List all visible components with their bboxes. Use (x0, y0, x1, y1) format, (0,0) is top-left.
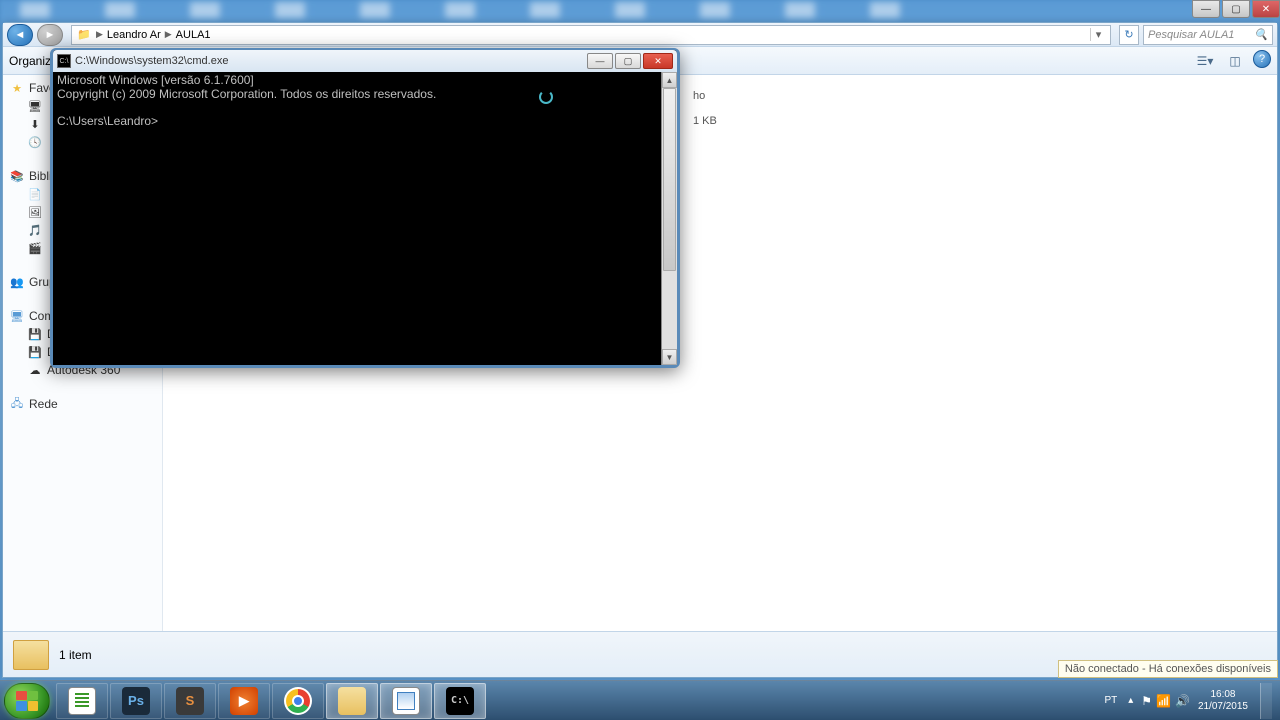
disk-icon: 💾 (27, 345, 43, 359)
address-dropdown-icon[interactable]: ▾ (1090, 28, 1106, 41)
preview-pane-button[interactable]: ◫ (1223, 50, 1247, 72)
action-center-icon[interactable]: ⚑ (1141, 694, 1152, 708)
network-icon: 🖧 (9, 397, 25, 411)
cmd-maximize-button[interactable]: ▢ (615, 53, 641, 69)
search-placeholder: Pesquisar AULA1 (1148, 29, 1234, 41)
breadcrumb-part1[interactable]: Leandro Ar (107, 29, 161, 41)
address-bar[interactable]: 📁 ▶ Leandro Ar ▶ AULA1 ▾ (71, 25, 1111, 45)
breadcrumb-separator: ▶ (96, 29, 103, 40)
refresh-button[interactable]: ↻ (1119, 25, 1139, 45)
search-icon: 🔍 (1254, 28, 1268, 41)
clock-time: 16:08 (1198, 689, 1248, 701)
help-button[interactable]: ? (1253, 50, 1271, 68)
language-indicator[interactable]: PT (1101, 693, 1120, 708)
cmd-app-icon: C:\ (57, 54, 71, 68)
cmd-output[interactable]: Microsoft Windows [versão 6.1.7600] Copy… (53, 72, 661, 365)
download-icon: ⬇ (27, 117, 43, 131)
taskbar-app-cmd[interactable]: C:\ (434, 683, 486, 719)
explorer-icon (338, 687, 366, 715)
taskbar: Ps S ▶ C:\ PT ▴ ⚑ 📶 🔊 16:08 21/07/2015 (0, 680, 1280, 720)
library-icon: 📚 (9, 169, 25, 183)
breadcrumb-part2[interactable]: AULA1 (176, 29, 211, 41)
scroll-down-button[interactable]: ▼ (662, 349, 677, 365)
chrome-icon (284, 687, 312, 715)
document-icon: 📄 (27, 187, 43, 201)
taskbar-app-window[interactable] (380, 683, 432, 719)
search-input[interactable]: Pesquisar AULA1 🔍 (1143, 25, 1273, 45)
cmd-title: C:\Windows\system32\cmd.exe (75, 55, 583, 67)
scroll-up-button[interactable]: ▲ (662, 72, 677, 88)
sidebar-network[interactable]: 🖧Rede (3, 395, 162, 413)
clock[interactable]: 16:08 21/07/2015 (1198, 689, 1248, 713)
music-icon: 🎵 (27, 223, 43, 237)
start-button[interactable] (4, 683, 50, 719)
windows-logo-icon (16, 691, 38, 711)
cmd-minimize-button[interactable]: — (587, 53, 613, 69)
photoshop-icon: Ps (122, 687, 150, 715)
folder-icon: 📁 (76, 28, 92, 42)
view-options-button[interactable]: ☰▾ (1193, 50, 1217, 72)
clock-date: 21/07/2015 (1198, 701, 1248, 713)
explorer-address-row: ◄ ► 📁 ▶ Leandro Ar ▶ AULA1 ▾ ↻ Pesquisar… (3, 23, 1277, 47)
disk-icon: 💾 (27, 327, 43, 341)
outer-close-button[interactable]: ✕ (1252, 0, 1280, 18)
cmd-window: C:\ C:\Windows\system32\cmd.exe — ▢ ✕ Mi… (50, 48, 680, 368)
cmd-scrollbar[interactable]: ▲ ▼ (661, 72, 677, 365)
cmd-body[interactable]: Microsoft Windows [versão 6.1.7600] Copy… (53, 72, 677, 365)
status-item-count: 1 item (59, 648, 92, 662)
network-status-tooltip: Não conectado - Há conexões disponíveis (1058, 660, 1278, 678)
group-icon: 👥 (9, 275, 25, 289)
taskbar-app-mediaplayer[interactable]: ▶ (218, 683, 270, 719)
notepadpp-icon (68, 687, 96, 715)
video-icon: 🎬 (27, 241, 43, 255)
cmd-titlebar[interactable]: C:\ C:\Windows\system32\cmd.exe — ▢ ✕ (53, 50, 677, 72)
taskbar-app-notepadpp[interactable] (56, 683, 108, 719)
sublime-icon: S (176, 687, 204, 715)
desktop-icon: 🖥 (27, 99, 43, 113)
nav-forward-button[interactable]: ► (37, 24, 63, 46)
window-icon (392, 687, 420, 715)
nav-back-button[interactable]: ◄ (7, 24, 33, 46)
taskbar-app-chrome[interactable] (272, 683, 324, 719)
outer-window-controls: — ▢ ✕ (1190, 0, 1280, 18)
volume-icon[interactable]: 🔊 (1175, 694, 1190, 708)
cmd-icon: C:\ (446, 687, 474, 715)
file-type-label: ho (693, 90, 705, 102)
cloud-icon: ☁ (27, 363, 43, 377)
breadcrumb-separator: ▶ (165, 29, 172, 40)
computer-icon: 🖥 (9, 309, 25, 323)
file-size-label: 1 KB (693, 115, 717, 127)
recent-icon: 🕓 (27, 135, 43, 149)
system-tray: PT ▴ ⚑ 📶 🔊 16:08 21/07/2015 (1101, 683, 1276, 719)
outer-maximize-button[interactable]: ▢ (1222, 0, 1250, 18)
network-tray-icon[interactable]: 📶 (1156, 694, 1171, 708)
star-icon: ★ (9, 81, 25, 95)
status-folder-icon (13, 640, 49, 670)
tray-expand-icon[interactable]: ▴ (1128, 695, 1133, 706)
taskbar-app-explorer[interactable] (326, 683, 378, 719)
taskbar-app-photoshop[interactable]: Ps (110, 683, 162, 719)
scroll-thumb[interactable] (663, 88, 676, 271)
taskbar-app-sublime[interactable]: S (164, 683, 216, 719)
outer-minimize-button[interactable]: — (1192, 0, 1220, 18)
play-icon: ▶ (230, 687, 258, 715)
busy-cursor-icon (539, 90, 553, 104)
show-desktop-button[interactable] (1260, 683, 1272, 719)
scroll-track[interactable] (662, 88, 677, 349)
cmd-close-button[interactable]: ✕ (643, 53, 673, 69)
picture-icon: 🖼 (27, 205, 43, 219)
